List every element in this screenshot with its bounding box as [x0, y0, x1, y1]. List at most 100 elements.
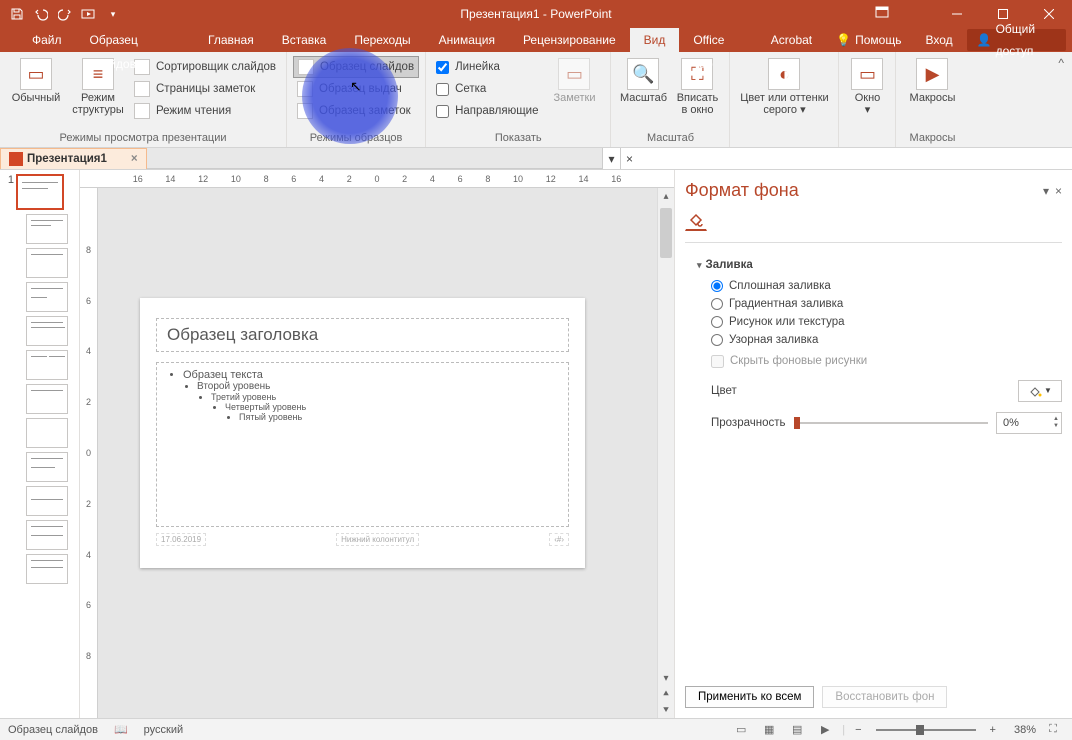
- horizontal-ruler[interactable]: 1614121086420246810121416: [80, 170, 674, 188]
- status-view-label[interactable]: Образец слайдов: [8, 724, 98, 736]
- notes-page-button[interactable]: Страницы заметок: [130, 78, 280, 100]
- pattern-fill-radio[interactable]: Узорная заливка: [685, 331, 1062, 349]
- group-label: [845, 132, 889, 145]
- thumbnail-pane[interactable]: 1: [0, 170, 80, 718]
- panel-close-icon[interactable]: ×: [1055, 184, 1062, 198]
- tab-office-tab[interactable]: Office Tab: [679, 28, 756, 52]
- start-from-beginning-icon[interactable]: [80, 5, 98, 23]
- reading-view-button[interactable]: Режим чтения: [130, 100, 280, 122]
- scroll-up-icon[interactable]: ▴: [658, 188, 674, 204]
- close-tab-icon[interactable]: ×: [131, 153, 138, 165]
- slide-canvas[interactable]: Образец заголовка Образец текста Второй …: [98, 188, 657, 718]
- transparency-slider[interactable]: [794, 422, 989, 424]
- layout-thumb[interactable]: [26, 282, 68, 312]
- prev-slide-icon[interactable]: ⯅: [658, 686, 674, 702]
- reset-background-button: Восстановить фон: [822, 686, 947, 708]
- tab-view[interactable]: Вид: [630, 28, 680, 52]
- gradient-fill-radio[interactable]: Градиентная заливка: [685, 295, 1062, 313]
- zoom-slider[interactable]: [876, 729, 976, 731]
- layout-thumb[interactable]: [26, 350, 68, 380]
- fit-to-window-status-icon[interactable]: ⛶: [1042, 721, 1064, 739]
- tab-slide-master[interactable]: Образец слайдов: [76, 28, 195, 52]
- normal-view-button[interactable]: ▭ Обычный: [6, 56, 66, 106]
- apply-all-button[interactable]: Применить ко всем: [685, 686, 814, 708]
- grid-checkbox[interactable]: Сетка: [432, 78, 542, 100]
- color-grayscale-button[interactable]: ◐ Цвет или оттенки серого ▾: [736, 56, 832, 118]
- undo-icon[interactable]: [32, 5, 50, 23]
- solid-fill-radio[interactable]: Сплошная заливка: [685, 277, 1062, 295]
- slide-sorter-icon: [134, 59, 150, 75]
- notes-button[interactable]: ▭ Заметки: [544, 56, 604, 106]
- zoom-out-button[interactable]: −: [851, 724, 865, 736]
- reading-view-status-icon[interactable]: ▤: [786, 721, 808, 739]
- tab-transitions[interactable]: Переходы: [340, 28, 424, 52]
- tab-insert[interactable]: Вставка: [268, 28, 341, 52]
- body-placeholder[interactable]: Образец текста Второй уровень Третий уро…: [156, 362, 569, 527]
- fill-section-header[interactable]: Заливка: [697, 259, 1062, 271]
- notes-master-button[interactable]: Образец заметок: [293, 100, 419, 122]
- vertical-scrollbar[interactable]: ▴ ▾ ⯅ ⯆: [657, 188, 674, 718]
- layout-thumb[interactable]: [26, 214, 68, 244]
- title-placeholder[interactable]: Образец заголовка: [156, 318, 569, 352]
- fill-tab-icon[interactable]: [685, 209, 707, 231]
- spin-down-icon[interactable]: ▼: [1053, 423, 1059, 430]
- minimize-button[interactable]: [934, 0, 980, 28]
- slideshow-status-icon[interactable]: ▶: [814, 721, 836, 739]
- tab-file[interactable]: Файл: [18, 28, 76, 52]
- scrollbar-thumb[interactable]: [660, 208, 672, 258]
- zoom-level[interactable]: 38%: [1014, 724, 1036, 736]
- tab-home[interactable]: Главная: [194, 28, 268, 52]
- save-icon[interactable]: [8, 5, 26, 23]
- zoom-in-button[interactable]: +: [986, 724, 1000, 736]
- slide-number-placeholder[interactable]: ‹#›: [549, 533, 569, 546]
- color-dropdown[interactable]: ▼: [1018, 380, 1062, 402]
- collapse-ribbon-icon[interactable]: ^: [1058, 52, 1072, 147]
- window-button[interactable]: ▭ Окно▾: [845, 56, 889, 118]
- slide-sorter-button[interactable]: Сортировщик слайдов: [130, 56, 280, 78]
- normal-view-status-icon[interactable]: ▭: [730, 721, 752, 739]
- spellcheck-icon[interactable]: 📖: [114, 723, 128, 736]
- layout-thumb[interactable]: [26, 248, 68, 278]
- layout-thumb[interactable]: [26, 316, 68, 346]
- layout-thumb[interactable]: [26, 418, 68, 448]
- date-placeholder[interactable]: 17.06.2019: [156, 533, 206, 546]
- layout-thumb[interactable]: [26, 554, 68, 584]
- picture-fill-radio[interactable]: Рисунок или текстура: [685, 313, 1062, 331]
- layout-thumb[interactable]: [26, 452, 68, 482]
- scroll-down-icon[interactable]: ▾: [658, 670, 674, 686]
- redo-icon[interactable]: [56, 5, 74, 23]
- macros-button[interactable]: ▶ Макросы: [902, 56, 962, 106]
- ruler-checkbox[interactable]: Линейка: [432, 56, 542, 78]
- document-tab[interactable]: Презентация1 ×: [0, 148, 147, 169]
- transparency-spinner[interactable]: 0% ▲▼: [996, 412, 1062, 434]
- next-slide-icon[interactable]: ⯆: [658, 702, 674, 718]
- tab-acrobat[interactable]: Acrobat: [757, 28, 826, 52]
- share-button[interactable]: 👤Общий доступ: [967, 29, 1066, 51]
- master-thumb[interactable]: [16, 174, 64, 210]
- signin-button[interactable]: Вход: [915, 29, 962, 51]
- qat-customize-icon[interactable]: ▾: [104, 5, 122, 23]
- zoom-slider-thumb[interactable]: [916, 725, 924, 735]
- tab-close-icon[interactable]: ×: [620, 148, 638, 169]
- layout-thumb[interactable]: [26, 384, 68, 414]
- slide-master-button[interactable]: Образец слайдов: [293, 56, 419, 78]
- sorter-view-status-icon[interactable]: ▦: [758, 721, 780, 739]
- ribbon-display-options-icon[interactable]: [870, 0, 894, 24]
- slide-master[interactable]: Образец заголовка Образец текста Второй …: [140, 298, 585, 568]
- tab-animations[interactable]: Анимация: [425, 28, 509, 52]
- panel-options-icon[interactable]: ▾: [1043, 184, 1049, 198]
- tab-review[interactable]: Рецензирование: [509, 28, 630, 52]
- guides-checkbox[interactable]: Направляющие: [432, 100, 542, 122]
- vertical-ruler[interactable]: 864202468: [80, 188, 98, 718]
- tab-dropdown-icon[interactable]: ▾: [602, 148, 620, 169]
- layout-thumb[interactable]: [26, 520, 68, 550]
- quick-access-toolbar: ▾: [0, 5, 122, 23]
- share-icon: 👤: [977, 29, 992, 51]
- language-label[interactable]: русский: [144, 724, 183, 736]
- spin-up-icon[interactable]: ▲: [1053, 416, 1059, 423]
- layout-thumb[interactable]: [26, 486, 68, 516]
- zoom-button[interactable]: 🔍 Масштаб: [617, 56, 669, 106]
- slider-thumb[interactable]: [794, 417, 800, 429]
- footer-placeholder[interactable]: Нижний колонтитул: [336, 533, 419, 546]
- help-button[interactable]: 💡Помощь: [826, 29, 911, 51]
